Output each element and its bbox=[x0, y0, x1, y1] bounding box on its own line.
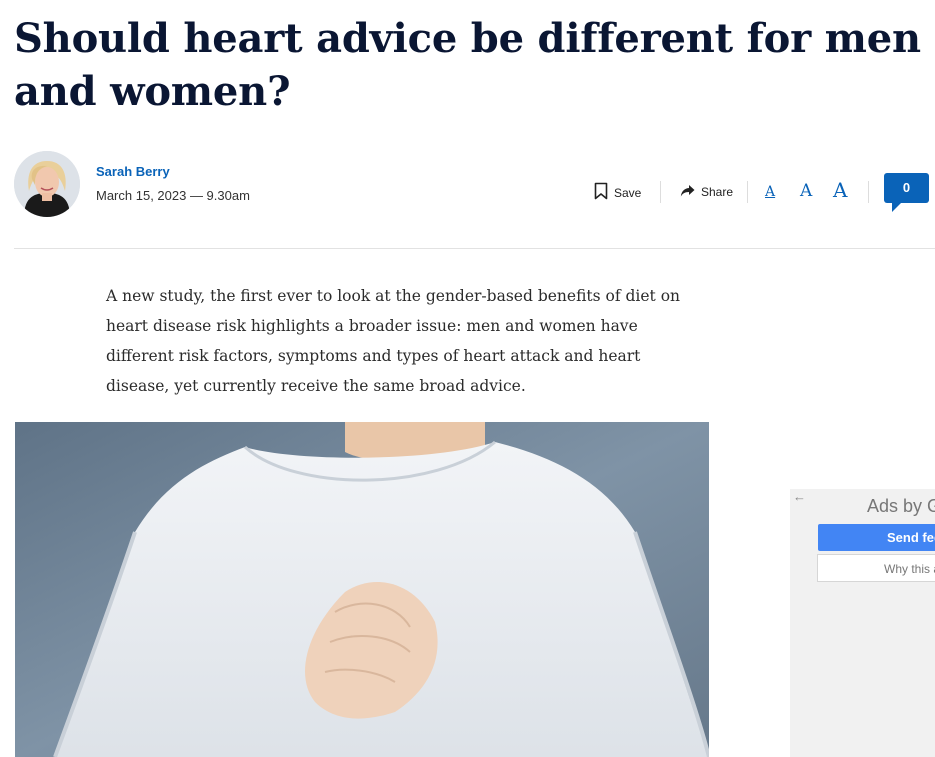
ad-panel: ← Ads by G Send feedback Why this ad? bbox=[790, 489, 935, 757]
save-label: Save bbox=[614, 185, 642, 200]
comments-button[interactable]: 0 bbox=[884, 173, 929, 203]
share-label: Share bbox=[701, 185, 734, 199]
text-size-large-button[interactable]: A bbox=[833, 178, 847, 202]
author-avatar[interactable] bbox=[14, 151, 80, 217]
author-name-link[interactable]: Sarah Berry bbox=[96, 164, 170, 179]
why-this-ad-button[interactable]: Why this ad? bbox=[817, 554, 935, 582]
header-divider bbox=[14, 248, 935, 249]
toolbar-divider bbox=[868, 181, 869, 203]
share-button[interactable]: Share bbox=[680, 184, 733, 200]
text-size-medium-button[interactable]: A bbox=[800, 181, 812, 201]
save-button[interactable]: Save bbox=[594, 182, 641, 203]
hero-image[interactable] bbox=[15, 422, 709, 757]
publish-date: March 15, 2023 — 9.30am bbox=[96, 188, 250, 203]
ads-by-label: Ads by G bbox=[867, 496, 935, 516]
back-arrow-icon[interactable]: ← bbox=[793, 489, 806, 504]
toolbar-divider bbox=[747, 181, 748, 203]
article-headline: Should heart advice be different for men… bbox=[14, 15, 921, 115]
toolbar-divider bbox=[660, 181, 661, 203]
share-arrow-icon bbox=[680, 184, 695, 200]
byline: Sarah Berry March 15, 2023 — 9.30am bbox=[14, 151, 914, 217]
article-intro: A new study, the first ever to look at t… bbox=[106, 287, 681, 395]
comment-bubble-tail bbox=[892, 202, 902, 212]
bookmark-icon bbox=[594, 182, 608, 203]
send-feedback-button[interactable]: Send feedback bbox=[818, 524, 935, 551]
text-size-small-button[interactable]: A bbox=[765, 184, 775, 200]
